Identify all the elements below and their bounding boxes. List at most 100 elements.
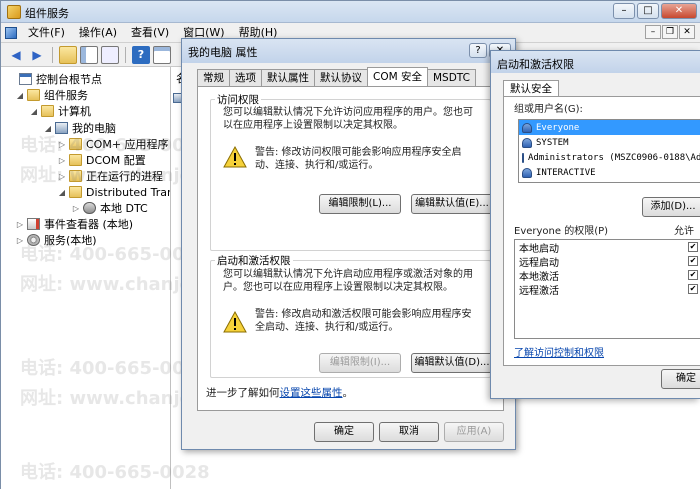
permission-row: 远程激活 ✔ (519, 284, 698, 297)
dialog-title: 我的电脑 属性 (188, 46, 258, 59)
allow-checkbox[interactable]: ✔ (688, 270, 698, 280)
collapse-arrow-icon[interactable]: ◢ (15, 91, 25, 100)
launch-permissions-label: 启动和激活权限 (215, 253, 293, 268)
tab-default-protocols[interactable]: 默认协议 (314, 69, 368, 86)
user-group-icon (522, 167, 532, 178)
tree-item-console-root[interactable]: 控制台根节点 (7, 71, 102, 87)
collapse-arrow-icon[interactable]: ◢ (57, 188, 67, 197)
default-security-panel: 组或用户名(G): Everyone SYSTEM Administrators… (503, 96, 700, 366)
warning-icon (223, 311, 247, 333)
event-viewer-icon (27, 218, 40, 230)
tab-msdtc[interactable]: MSDTC (427, 69, 476, 86)
access-description: 您可以编辑默认情况下允许访问应用程序的用户。您也可以在应用程序上设置限制以决定其… (223, 107, 473, 131)
tree-item-running-processes[interactable]: ▷ 正在运行的进程 (57, 168, 163, 184)
add-user-button[interactable]: 添加(D)... (642, 197, 700, 217)
child-minimize-button[interactable]: – (645, 25, 661, 39)
help-button[interactable]: ? (469, 43, 487, 58)
tree-item-event-viewer[interactable]: ▷ 事件查看器 (本地) (15, 216, 133, 232)
user-item-system[interactable]: SYSTEM (519, 135, 700, 150)
com-security-panel: 访问权限 您可以编辑默认情况下允许访问应用程序的用户。您也可以在应用程序上设置限… (197, 86, 504, 411)
tree-item-services[interactable]: ▷ 服务(本地) (15, 232, 97, 248)
warning-icon (223, 146, 247, 168)
collapse-arrow-icon[interactable]: ◢ (43, 124, 53, 133)
access-warning: 警告: 修改访问权限可能会影响应用程序安全启动、连接、执行和/或运行。 (255, 147, 462, 171)
expand-arrow-icon[interactable]: ▷ (15, 220, 25, 229)
tree-item-computers[interactable]: ◢ 计算机 (29, 103, 91, 119)
child-restore-button[interactable]: ❐ (662, 25, 678, 39)
permission-row: 本地启动 ✔ (519, 242, 698, 255)
allow-checkbox[interactable]: ✔ (688, 256, 698, 266)
component-services-icon (7, 5, 21, 19)
window-title: 组件服务 (25, 7, 69, 20)
expand-arrow-icon[interactable]: ▷ (71, 204, 81, 213)
tree-item-local-dtc[interactable]: ▷ 本地 DTC (71, 200, 148, 216)
show-hide-tree-icon[interactable] (80, 45, 98, 64)
minimize-button[interactable]: – (613, 3, 635, 19)
child-close-button[interactable]: ✕ (679, 25, 695, 39)
computer-icon (55, 122, 68, 134)
properties-dialog: 我的电脑 属性 ? ✕ 常规 选项 默认属性 默认协议 COM 安全 MSDTC… (181, 38, 516, 450)
ok-button[interactable]: 确定 (314, 422, 374, 442)
tree-item-com-plus-apps[interactable]: ▷ COM+ 应用程序 (57, 136, 169, 152)
tree-item-component-services[interactable]: ◢ 组件服务 (15, 87, 88, 103)
cancel-button[interactable]: 取消 (379, 422, 439, 442)
tab-options[interactable]: 选项 (229, 69, 262, 86)
tab-com-security[interactable]: COM 安全 (367, 67, 428, 86)
launch-activation-dialog: 启动和激活权限 默认安全 组或用户名(G): Everyone SYSTEM A… (490, 50, 700, 399)
menu-action[interactable]: 操作(A) (72, 23, 124, 43)
menu-file[interactable]: 文件(F) (21, 23, 72, 43)
maximize-button[interactable]: □ (637, 3, 659, 19)
dialog-title: 启动和激活权限 (497, 58, 574, 71)
edit-launch-default-button[interactable]: 编辑默认值(D)... (411, 353, 493, 373)
tree-item-distributed-transaction[interactable]: ◢ Distributed Tran (57, 184, 170, 200)
access-control-link[interactable]: 了解访问控制和权限 (514, 347, 604, 360)
launch-description: 您可以编辑默认情况下允许启动应用程序或激活对象的用户。您也可以在应用程序上设置限… (223, 269, 473, 293)
expand-arrow-icon[interactable]: ▷ (57, 156, 67, 165)
permission-row: 本地激活 ✔ (519, 270, 698, 283)
folder-icon (69, 170, 82, 182)
edit-access-limits-button[interactable]: 编辑限制(L)... (319, 194, 401, 214)
tree-item-my-computer[interactable]: ◢ 我的电脑 (43, 120, 116, 136)
allow-column-header: 允许 (674, 226, 694, 237)
user-group-icon (522, 137, 532, 148)
folder-icon (41, 105, 54, 117)
expand-arrow-icon[interactable]: ▷ (57, 140, 67, 149)
app-menu-icon[interactable] (5, 26, 17, 39)
launch-permissions-group: 启动和激活权限 您可以编辑默认情况下允许启动应用程序或激活对象的用户。您也可以在… (210, 253, 493, 378)
forward-arrow-icon[interactable]: ▶ (28, 46, 46, 64)
tab-general[interactable]: 常规 (197, 69, 230, 86)
tree-item-dcom-config[interactable]: ▷ DCOM 配置 (57, 152, 146, 168)
apply-button[interactable]: 应用(A) (444, 422, 504, 442)
dialog-title-bar: 我的电脑 属性 ? ✕ (182, 39, 515, 63)
dialog-title-bar: 启动和激活权限 (491, 51, 700, 73)
console-pane-icon[interactable] (153, 45, 171, 64)
allow-checkbox[interactable]: ✔ (688, 284, 698, 294)
user-item-interactive[interactable]: INTERACTIVE (519, 165, 700, 180)
permissions-list: 本地启动 ✔ 远程启动 ✔ 本地激活 ✔ 远程激活 ✔ (514, 239, 700, 339)
console-tree: 控制台根节点 ◢ 组件服务 ◢ 计算机 ◢ 我的电脑 ▷ COM+ 应用程序 ▷… (1, 67, 171, 489)
allow-checkbox[interactable]: ✔ (688, 242, 698, 252)
permission-row: 远程启动 ✔ (519, 256, 698, 269)
back-arrow-icon[interactable]: ◀ (7, 46, 25, 64)
up-folder-icon[interactable] (59, 45, 77, 64)
close-button[interactable]: ✕ (661, 3, 697, 19)
tab-default-properties[interactable]: 默认属性 (261, 69, 315, 86)
user-item-everyone[interactable]: Everyone (519, 120, 700, 135)
edit-access-default-button[interactable]: 编辑默认值(E)... (411, 194, 493, 214)
collapse-arrow-icon[interactable]: ◢ (29, 107, 39, 116)
properties-icon[interactable] (101, 45, 119, 64)
menu-view[interactable]: 查看(V) (124, 23, 176, 43)
user-item-administrators[interactable]: Administrators (MSZC0906-0188\Admi (519, 150, 700, 165)
tab-default-security[interactable]: 默认安全 (503, 80, 559, 97)
launch-warning: 警告: 修改启动和激活权限可能会影响应用程序安全启动、连接、执行和/或运行。 (255, 309, 472, 333)
expand-arrow-icon[interactable]: ▷ (57, 172, 67, 181)
folder-icon (27, 89, 40, 101)
access-permissions-group: 访问权限 您可以编辑默认情况下允许访问应用程序的用户。您也可以在应用程序上设置限… (210, 92, 493, 251)
launch-ok-button[interactable]: 确定 (661, 369, 700, 389)
set-properties-link[interactable]: 设置这些属性 (280, 387, 343, 399)
users-list[interactable]: Everyone SYSTEM Administrators (MSZC0906… (518, 119, 700, 183)
help-icon[interactable]: ? (132, 45, 150, 64)
edit-launch-limits-button[interactable]: 编辑限制(I)... (319, 353, 401, 373)
toolbar-separator (125, 46, 126, 63)
expand-arrow-icon[interactable]: ▷ (15, 236, 25, 245)
